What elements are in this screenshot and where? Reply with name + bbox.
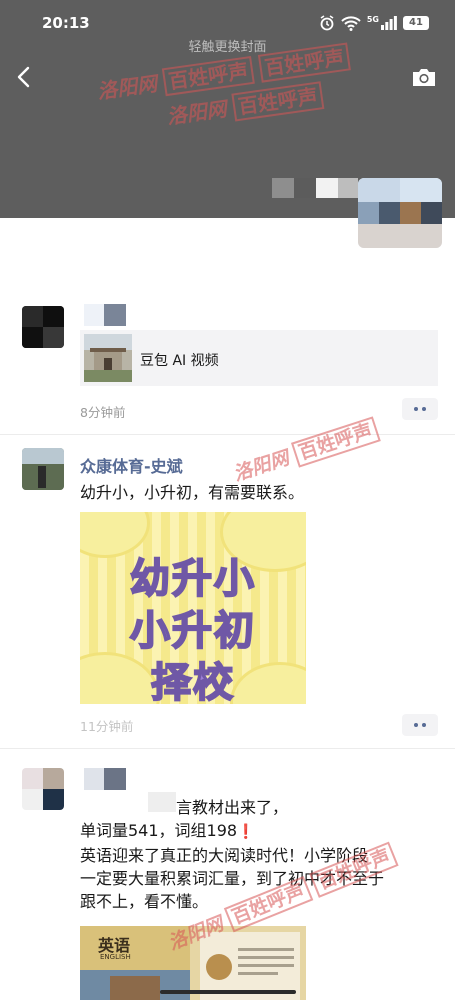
alarm-icon	[320, 15, 334, 31]
image-text-line: 小升初	[129, 607, 256, 655]
status-time: 20:13	[42, 14, 90, 32]
dot-icon	[414, 723, 418, 727]
post-text: 幼升小，小升初，有需要联系。	[80, 483, 305, 502]
my-avatar[interactable]	[358, 178, 442, 248]
link-thumbnail	[84, 334, 132, 382]
post-text-line: 言教材出来了，	[176, 798, 289, 817]
more-button[interactable]	[402, 398, 438, 420]
post-text: 言教材出来了， 单词量541，词组198❗ 英语迎来了真正的大阅读时代！小学阶段…	[80, 796, 440, 913]
battery-level: 41	[409, 17, 423, 28]
dot-icon	[414, 407, 418, 411]
watermark-text: 洛阳网	[95, 71, 159, 104]
link-title: 豆包 AI 视频	[140, 353, 219, 369]
watermark-post: 洛阳网 百姓呼声	[229, 415, 381, 487]
battery-icon: 41	[403, 16, 429, 30]
status-bar: 20:13 5G 41	[0, 0, 455, 40]
watermark-text: 百姓呼声	[161, 55, 255, 97]
status-icons: 5G 41	[319, 15, 429, 31]
avatar[interactable]	[22, 306, 64, 348]
watermark-text: 洛阳网	[230, 446, 292, 486]
watermark-cover-lower: 洛阳网 百姓呼声	[165, 79, 325, 130]
nickname[interactable]: 众康体育-史斌	[80, 453, 183, 477]
post-text-line: 英语迎来了真正的大阅读时代！小学阶段	[80, 846, 369, 865]
nickname-mosaic	[84, 768, 126, 790]
post-image[interactable]: 幼升小 小升初 择校	[80, 512, 306, 704]
post-text-line: 单词量541，词组198	[80, 821, 238, 840]
divider	[0, 434, 455, 435]
exclamation-icon: ❗	[237, 824, 255, 840]
post-image[interactable]: 英语 ENGLISH	[80, 926, 306, 1000]
camera-icon[interactable]	[411, 66, 437, 88]
dot-icon	[422, 723, 426, 727]
cover-hint[interactable]: 轻触更换封面	[0, 36, 455, 55]
watermark-text: 百姓呼声	[290, 416, 381, 468]
post-text-line: 跟不上，看不懂。	[80, 892, 209, 911]
network-label: 5G	[366, 15, 379, 24]
book-subtitle: ENGLISH	[100, 953, 131, 961]
watermark-text: 百姓呼声	[231, 81, 325, 122]
post-time: 8分钟前	[80, 405, 126, 420]
home-indicator[interactable]	[160, 990, 296, 994]
nickname-mosaic	[84, 304, 126, 326]
back-icon[interactable]	[12, 64, 38, 90]
post-text-line: 一定要大量积累词汇量，到了初中才不至于	[80, 869, 385, 888]
avatar[interactable]	[22, 448, 64, 490]
wifi-icon	[341, 16, 361, 31]
watermark-text: 洛阳网	[165, 96, 229, 129]
signal-icon	[381, 16, 397, 30]
dot-icon	[422, 407, 426, 411]
image-text-line: 择校	[150, 659, 235, 704]
post-time: 11分钟前	[80, 719, 134, 734]
image-text-line: 幼升小	[129, 555, 256, 603]
link-card[interactable]: 豆包 AI 视频	[80, 330, 438, 386]
avatar[interactable]	[22, 768, 64, 810]
more-button[interactable]	[402, 714, 438, 736]
post-text-line: 单词量541，词组198❗	[80, 819, 440, 844]
divider	[0, 748, 455, 749]
